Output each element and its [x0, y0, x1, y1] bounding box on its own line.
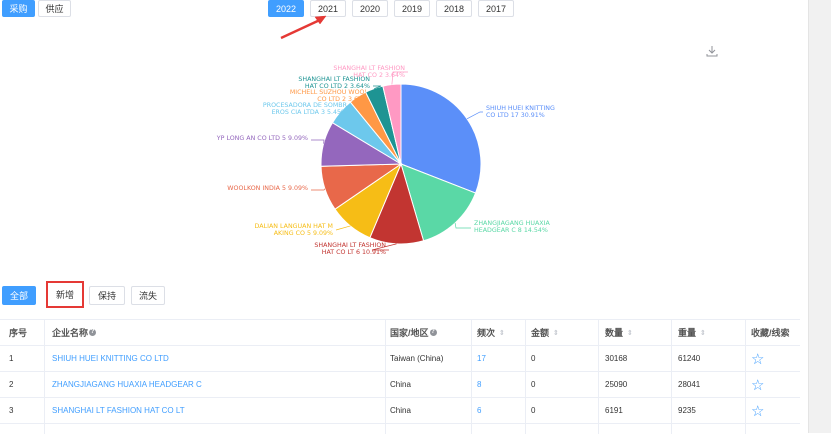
amount-value: 0: [531, 372, 535, 397]
frequency-link[interactable]: 8: [477, 372, 481, 397]
year-2018-button[interactable]: 2018: [436, 0, 472, 17]
col-quantity[interactable]: 数量 ⇕: [605, 320, 633, 345]
slice-label: HEADGEAR C 8 14.54%: [474, 227, 548, 234]
col-country: 国家/地区?: [390, 320, 437, 345]
col-amount[interactable]: 金额 ⇕: [531, 320, 559, 345]
col-amount-label: 金额: [531, 326, 549, 339]
slice-label: WOOLKON INDIA 5 9.09%: [227, 185, 308, 192]
col-favorite-label: 收藏/线索: [751, 326, 790, 339]
col-company-label: 企业名称: [52, 326, 88, 339]
weight-value: 61240: [678, 346, 700, 371]
leader-line: [311, 189, 325, 190]
company-link[interactable]: ZHANGJIAGANG HUAXIA HEADGEAR C: [52, 372, 202, 397]
filter-new-button[interactable]: 新增: [46, 281, 84, 308]
help-icon[interactable]: ?: [430, 329, 437, 336]
scrollbar[interactable]: [808, 0, 831, 433]
filter-keep-button[interactable]: 保持: [89, 286, 125, 305]
leader-line: [455, 223, 471, 228]
star-icon[interactable]: ☆: [751, 372, 764, 397]
year-2020-button[interactable]: 2020: [352, 0, 388, 17]
table-row: 1 SHIUH HUEI KNITTING CO LTD Taiwan (Chi…: [0, 346, 800, 372]
sort-icon[interactable]: ⇕: [700, 329, 706, 337]
slice-label: CO LTD 17 30.91%: [486, 112, 545, 119]
filter-lost-button[interactable]: 流失: [131, 286, 165, 305]
sort-icon[interactable]: ⇕: [553, 329, 559, 337]
quantity-value: 6191: [605, 398, 623, 423]
slice-label: SHANGHAI LT FASHION: [314, 242, 386, 249]
slice-label: HAT CO LTD 2 3.64%: [305, 83, 370, 90]
col-index-label: 序号: [9, 326, 27, 339]
col-weight[interactable]: 重量 ⇕: [678, 320, 706, 345]
col-favorite: 收藏/线索: [751, 320, 790, 345]
help-icon[interactable]: ?: [89, 329, 96, 336]
company-link[interactable]: SHANGHAI LT FASHION HAT CO LT: [52, 398, 185, 423]
slice-label: SHIUH HUEI KNITTING: [486, 105, 555, 112]
col-frequency-label: 频次: [477, 326, 495, 339]
quantity-value: 25090: [605, 372, 627, 397]
tab-supply[interactable]: 供应: [38, 0, 71, 17]
sort-icon[interactable]: ⇕: [627, 329, 633, 337]
slice-label: MICHELL SUZHOU WOOL: [290, 89, 369, 96]
year-2021-button[interactable]: 2021: [310, 0, 346, 17]
slice-label: EROS CIA LTDA 3 5.45%: [272, 109, 347, 116]
leader-line: [311, 140, 324, 144]
col-frequency[interactable]: 频次 ⇕: [477, 320, 505, 345]
amount-value: 0: [531, 346, 535, 371]
col-weight-label: 重量: [678, 326, 696, 339]
leader-line: [336, 226, 350, 230]
pie-chart: SHIUH HUEI KNITTINGCO LTD 17 30.91% ZHANG…: [0, 40, 620, 270]
col-index: 序号: [9, 320, 27, 345]
amount-value: 0: [531, 398, 535, 423]
weight-value: 28041: [678, 372, 700, 397]
frequency-link[interactable]: 6: [477, 398, 481, 423]
slice-label: DALIAN LANGUAN HAT M: [255, 223, 333, 230]
table-header: 序号 企业名称? 国家/地区? 频次 ⇕ 金额 ⇕ 数量 ⇕ 重量 ⇕ 收藏/线索: [0, 319, 800, 346]
country-value: China: [390, 398, 411, 423]
col-quantity-label: 数量: [605, 326, 623, 339]
quantity-value: 30168: [605, 346, 627, 371]
country-value: China: [390, 372, 411, 397]
download-icon[interactable]: [706, 45, 718, 57]
year-2022-button[interactable]: 2022: [268, 0, 304, 17]
slice-label: PROCESADORA DE SOMBR: [263, 102, 348, 109]
frequency-link[interactable]: 17: [477, 346, 486, 371]
year-2017-button[interactable]: 2017: [478, 0, 514, 17]
slice-label: HAT CO 2 3.64%: [353, 72, 405, 79]
slice-label: HAT CO LT 6 10.91%: [322, 249, 386, 256]
col-country-label: 国家/地区: [390, 326, 429, 339]
row-index: 1: [9, 346, 13, 371]
sort-icon[interactable]: ⇕: [499, 329, 505, 337]
country-value: Taiwan (China): [390, 346, 443, 371]
slice-label: AKING CO 5 9.09%: [274, 230, 333, 237]
company-link[interactable]: SHIUH HUEI KNITTING CO LTD: [52, 346, 169, 371]
slice-label: CO LTD 2 3.64%: [317, 96, 368, 103]
table-row: 3 SHANGHAI LT FASHION HAT CO LT China 6 …: [0, 398, 800, 424]
tab-purchase[interactable]: 采购: [2, 0, 35, 17]
star-icon[interactable]: ☆: [751, 346, 764, 371]
slice-label: SHANGHAI LT FASHION: [333, 65, 405, 72]
col-company: 企业名称?: [52, 320, 96, 345]
weight-value: 9235: [678, 398, 696, 423]
star-icon[interactable]: ☆: [751, 398, 764, 423]
row-index: 2: [9, 372, 13, 397]
row-index: 3: [9, 398, 13, 423]
year-2019-button[interactable]: 2019: [394, 0, 430, 17]
slice-label: ZHANGJIAGANG HUAXIA: [474, 220, 550, 227]
table-row: 2 ZHANGJIAGANG HUAXIA HEADGEAR C China 8…: [0, 372, 800, 398]
leader-line: [467, 112, 483, 119]
slice-label: YP LONG AN CO LTD 5 9.09%: [216, 135, 308, 142]
filter-all-button[interactable]: 全部: [2, 286, 36, 305]
